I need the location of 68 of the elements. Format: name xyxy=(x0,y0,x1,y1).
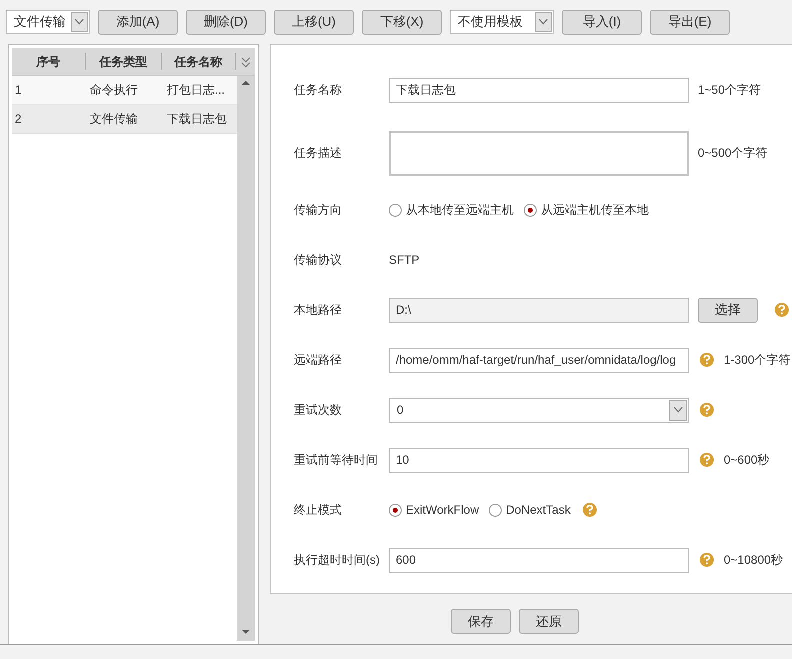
toolbar-button[interactable]: 添加(A) xyxy=(98,10,178,34)
caret-icon xyxy=(674,407,682,413)
toolbar-button[interactable]: 上移(U) xyxy=(274,10,354,34)
radio-button[interactable] xyxy=(389,204,402,216)
radio-option[interactable]: 从远端主机传至本地 xyxy=(524,201,649,219)
dropdown[interactable]: 0 xyxy=(389,398,689,422)
help-icon[interactable] xyxy=(582,503,597,517)
field-label: 重试前等待时间 xyxy=(294,452,379,469)
radio-button[interactable] xyxy=(489,504,502,516)
scrollbar[interactable] xyxy=(237,76,255,641)
field-label: 传输方向 xyxy=(294,202,343,219)
toolbar-button[interactable]: 导入(I) xyxy=(562,10,642,34)
hint-text: 0~10800秒 xyxy=(724,552,784,569)
table-cell-text: 命令执行 xyxy=(89,82,139,99)
toolbar-button[interactable]: 删除(D) xyxy=(186,10,266,34)
field-label: 执行超时时间(s) xyxy=(294,552,381,569)
table-cell-text: 下载日志包 xyxy=(166,111,228,128)
dropdown-button[interactable] xyxy=(71,12,88,32)
input-field[interactable]: 600 xyxy=(389,548,689,572)
dropdown-button[interactable] xyxy=(535,12,552,32)
help-icon[interactable] xyxy=(700,453,714,467)
footer-button[interactable]: 保存 xyxy=(451,609,511,634)
table-row[interactable]: 2 文件传输 下载日志包 xyxy=(12,105,237,134)
field-label: 传输协议 xyxy=(294,252,343,269)
hint-text: 1-300个字符 xyxy=(724,352,791,369)
input-field[interactable]: 下载日志包 xyxy=(389,78,689,102)
help-icon[interactable] xyxy=(700,403,714,417)
column-header[interactable]: 任务类型 xyxy=(86,53,162,70)
hint-text: 0~600秒 xyxy=(724,452,770,469)
field-label: 任务名称 xyxy=(294,82,343,99)
dropdown-value: 不使用模板 xyxy=(458,13,523,32)
radio-option[interactable]: DoNextTask xyxy=(489,501,571,519)
caret-icon xyxy=(539,19,548,25)
input-field[interactable]: 10 xyxy=(389,448,689,472)
field-label: 重试次数 xyxy=(294,402,343,419)
field-value: SFTP xyxy=(389,252,420,269)
text-area[interactable] xyxy=(389,130,689,176)
dropdown[interactable]: 不使用模板 xyxy=(450,10,554,34)
radio-button[interactable] xyxy=(389,504,402,516)
dropdown[interactable]: 文件传输 xyxy=(6,10,90,34)
radio-option[interactable]: 从本地传至远端主机 xyxy=(389,201,514,219)
caret-icon xyxy=(75,19,84,25)
dropdown-value: 0 xyxy=(397,402,404,419)
radio-button[interactable] xyxy=(524,204,537,216)
dropdown-button[interactable] xyxy=(669,400,687,420)
hint-text: 1~50个字符 xyxy=(698,82,762,99)
toolbar-button[interactable]: 下移(X) xyxy=(362,10,442,34)
field-label: 终止模式 xyxy=(294,502,343,519)
table-cell-text: 文件传输 xyxy=(89,111,139,128)
help-icon[interactable] xyxy=(700,353,714,367)
input-field[interactable]: /home/omm/haf-target/run/haf_user/omnidata/log/log xyxy=(389,348,689,372)
toolbar-button[interactable]: 导出(E) xyxy=(650,10,730,34)
field-label: 本地路径 xyxy=(294,302,343,319)
table-row[interactable]: 1 命令执行 打包日志... xyxy=(12,76,237,105)
help-icon[interactable] xyxy=(700,553,714,567)
hint-text: 0~500个字符 xyxy=(698,145,768,162)
table-cell-text: 打包日志... xyxy=(166,82,226,99)
field-label: 远端路径 xyxy=(294,352,343,369)
radio-option[interactable]: ExitWorkFlow xyxy=(389,501,480,519)
column-header[interactable]: 任务名称 xyxy=(162,53,236,70)
table-cell-text: 2 xyxy=(14,111,23,128)
footer-button[interactable]: 还原 xyxy=(519,609,579,634)
scroll-up-icon[interactable] xyxy=(242,80,250,86)
table-cell-text: 1 xyxy=(14,82,23,99)
dropdown-value: 文件传输 xyxy=(14,13,66,32)
column-header[interactable]: 序号 xyxy=(12,53,86,70)
scroll-down-icon[interactable] xyxy=(242,629,250,635)
field-label: 任务描述 xyxy=(294,145,343,162)
